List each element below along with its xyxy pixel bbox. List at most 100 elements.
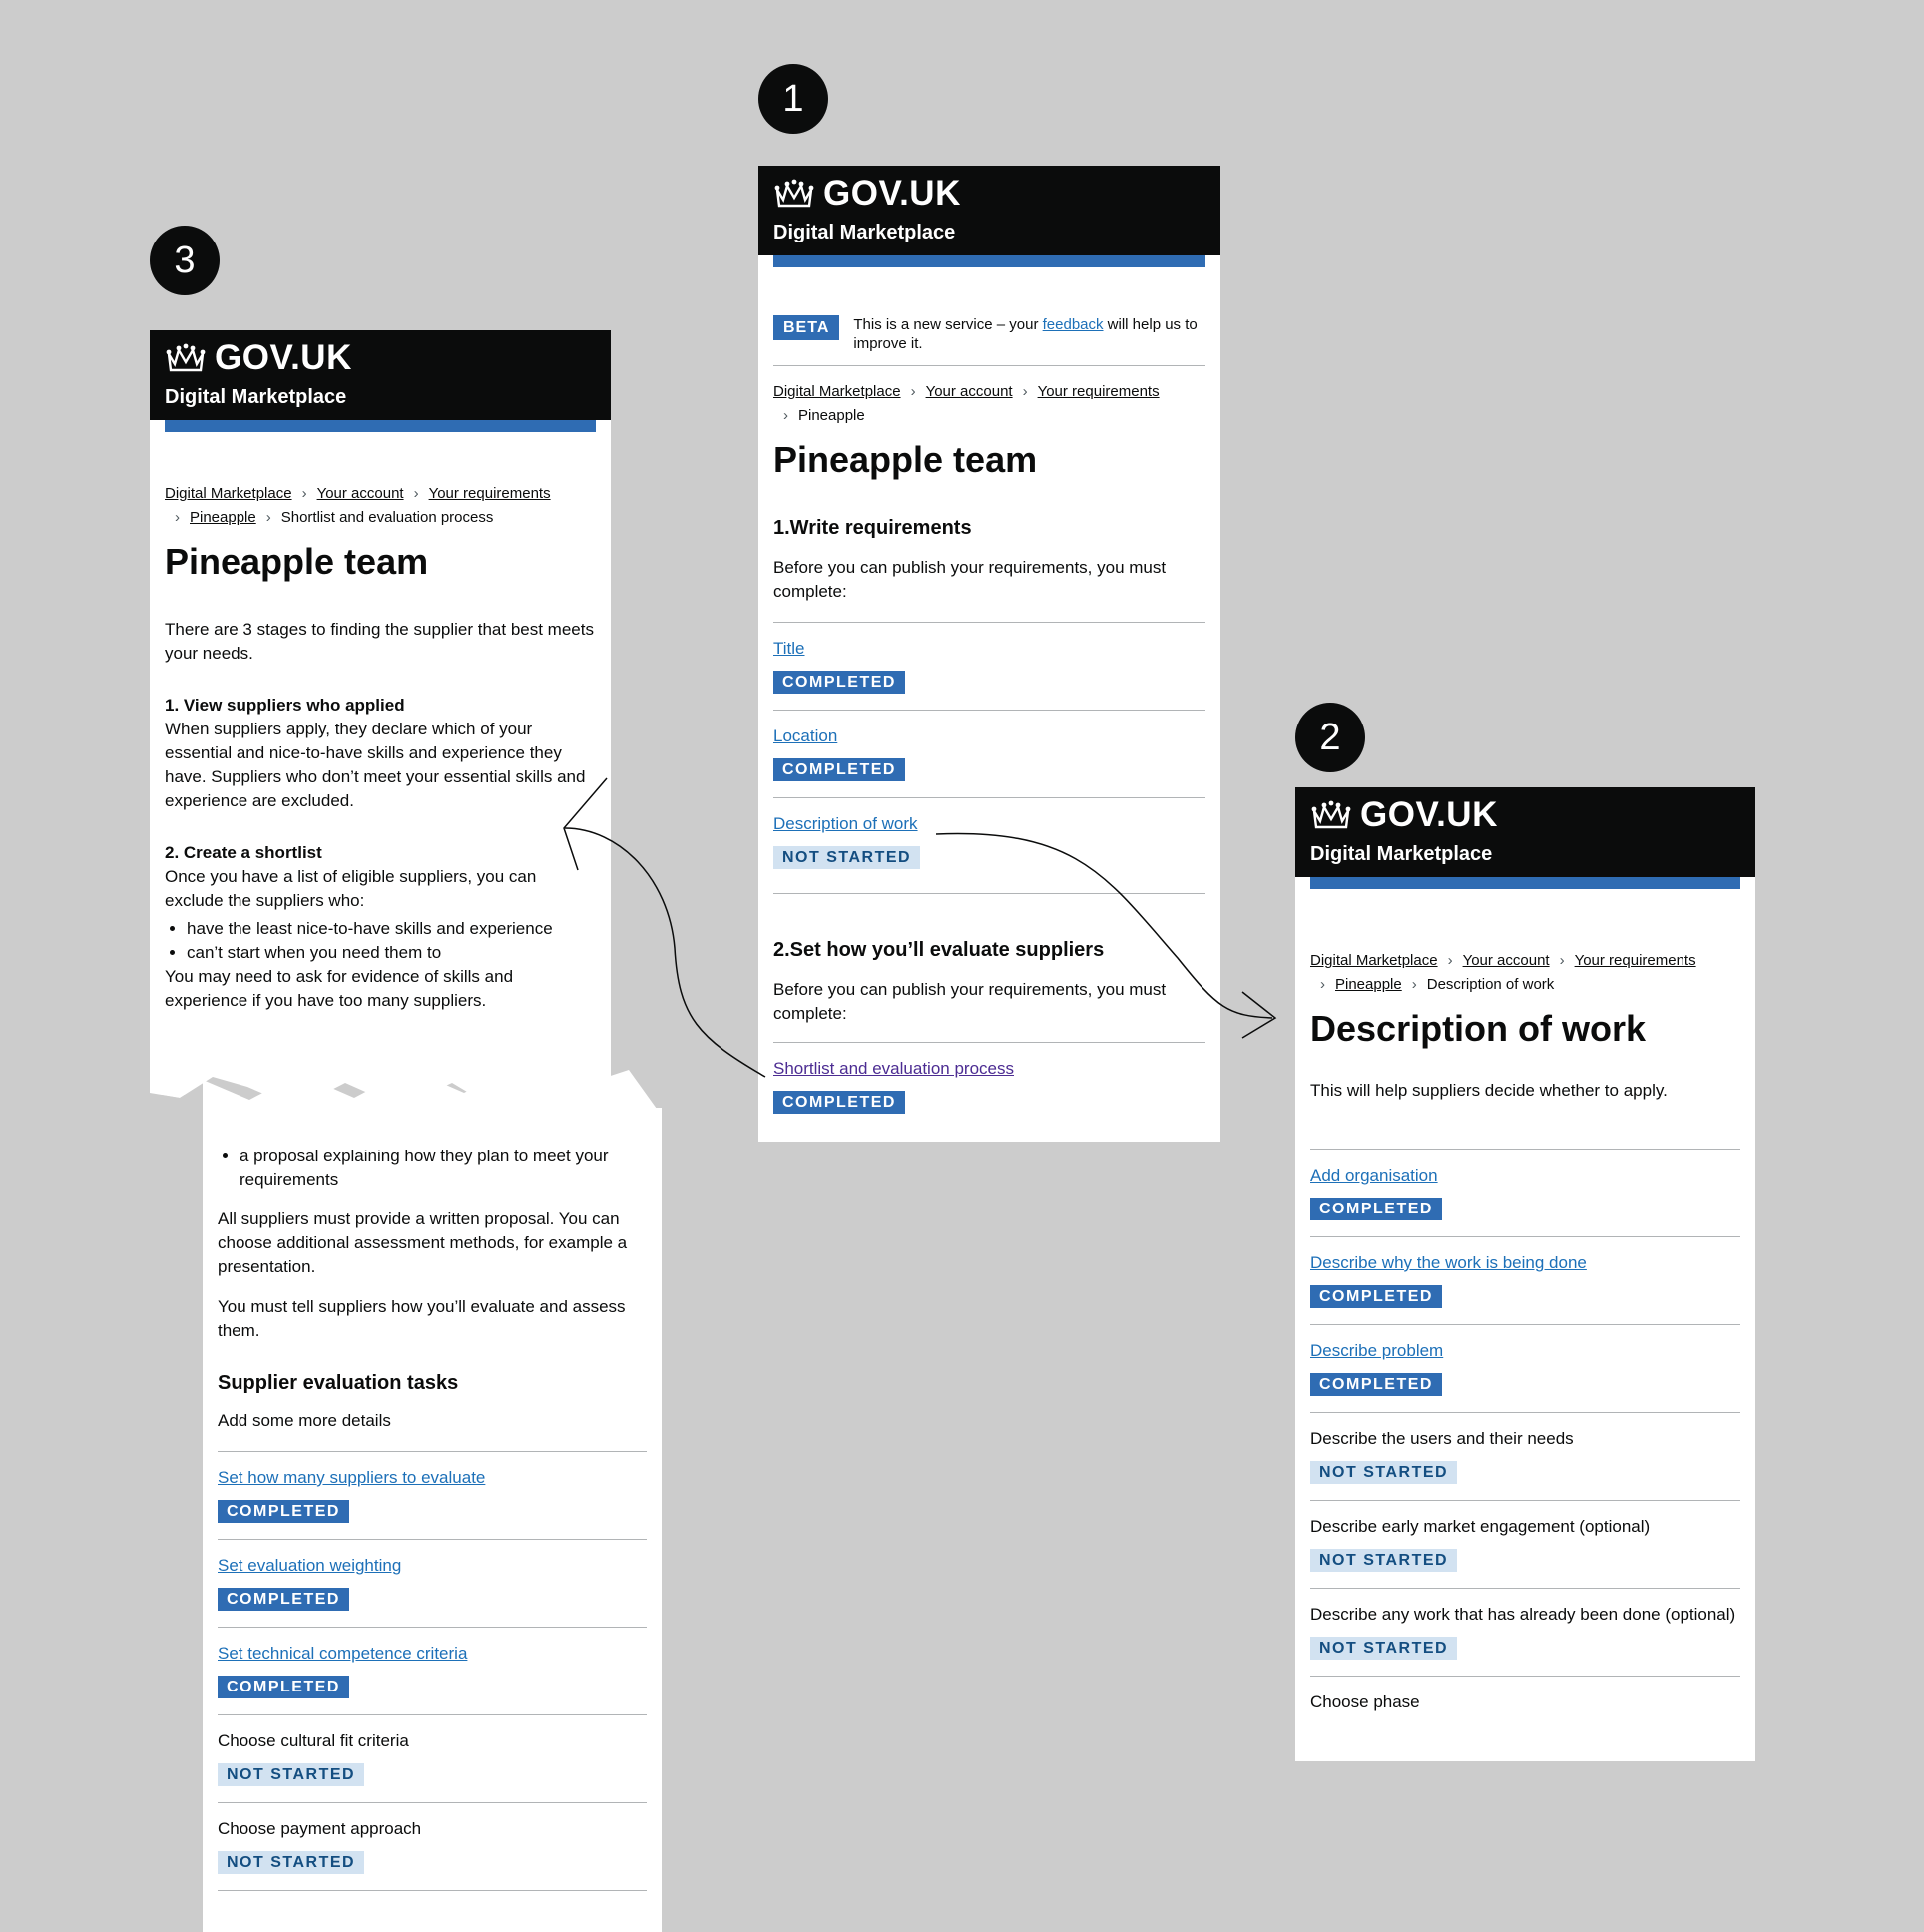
task-link-title[interactable]: Title [773, 637, 1205, 661]
task-label: Choose phase [1310, 1692, 1420, 1711]
task-item: Choose payment approach NOT STARTED [218, 1802, 647, 1890]
task-item: Describe problem COMPLETED [1310, 1324, 1740, 1412]
chevron-right-icon: › [910, 383, 916, 400]
service-name[interactable]: Digital Marketplace [1310, 843, 1492, 866]
breadcrumb-your-requirements[interactable]: Your requirements [1038, 383, 1160, 400]
task-label: Describe any work that has already been … [1310, 1605, 1736, 1624]
task-item: Location COMPLETED [773, 710, 1205, 797]
task-link-describe-problem[interactable]: Describe problem [1310, 1339, 1740, 1363]
chevron-right-icon: › [1411, 976, 1417, 993]
section-intro: Before you can publish your requirements… [773, 558, 1167, 601]
header-blue-bar [773, 255, 1205, 267]
status-badge: NOT STARTED [773, 846, 921, 869]
crown-icon [1311, 800, 1351, 829]
body-text: All suppliers must provide a written pro… [218, 1209, 628, 1276]
status-badge: COMPLETED [1310, 1198, 1442, 1220]
breadcrumb-current: Shortlist and evaluation process [280, 509, 494, 526]
task-item: Title COMPLETED [773, 622, 1205, 710]
step-badge-3: 3 [150, 226, 220, 295]
phase-banner: BETA This is a new service – your feedba… [773, 267, 1205, 366]
page-title: Pineapple team [773, 439, 1038, 480]
task-item: Add organisation COMPLETED [1310, 1149, 1740, 1236]
breadcrumb-your-account[interactable]: Your account [317, 485, 404, 502]
breadcrumb-digital-marketplace[interactable]: Digital Marketplace [1310, 952, 1438, 969]
feedback-link[interactable]: feedback [1043, 316, 1104, 333]
task-item: Describe early market engagement (option… [1310, 1500, 1740, 1588]
gov-logo[interactable]: GOV.UK [773, 174, 961, 214]
section-heading-evaluate: 2.Set how you’ll evaluate suppliers [773, 939, 1105, 961]
breadcrumb-your-account[interactable]: Your account [1463, 952, 1550, 969]
breadcrumb-digital-marketplace[interactable]: Digital Marketplace [773, 383, 901, 400]
task-link-description-of-work[interactable]: Description of work [773, 812, 1205, 836]
gov-logotype: GOV.UK [215, 338, 352, 377]
task-item: Set how many suppliers to evaluate COMPL… [218, 1451, 647, 1539]
chevron-right-icon: › [1559, 952, 1565, 969]
task-link-add-organisation[interactable]: Add organisation [1310, 1164, 1740, 1188]
beta-tag: BETA [773, 315, 840, 340]
body-text: You must tell suppliers how you’ll evalu… [218, 1297, 626, 1340]
arrow-head-icon [1241, 991, 1277, 1039]
task-label: Choose cultural fit criteria [218, 1731, 409, 1750]
chevron-right-icon: › [413, 485, 419, 502]
task-link-how-many-suppliers[interactable]: Set how many suppliers to evaluate [218, 1466, 647, 1490]
breadcrumb-digital-marketplace[interactable]: Digital Marketplace [165, 485, 292, 502]
task-item: Set technical competence criteria COMPLE… [218, 1627, 647, 1714]
chevron-right-icon: › [1447, 952, 1453, 969]
crown-icon [774, 179, 814, 208]
gov-logotype: GOV.UK [1360, 795, 1498, 834]
gov-logo[interactable]: GOV.UK [165, 338, 352, 378]
bullet-list: a proposal explaining how they plan to m… [218, 1144, 647, 1192]
status-badge: COMPLETED [773, 671, 905, 694]
status-badge: COMPLETED [773, 758, 905, 781]
step-text: You may need to ask for evidence of skil… [165, 967, 514, 1010]
task-label: Choose payment approach [218, 1819, 422, 1838]
task-item: Describe the users and their needs NOT S… [1310, 1412, 1740, 1500]
breadcrumb-pineapple[interactable]: Pineapple [1335, 976, 1402, 993]
status-badge: COMPLETED [1310, 1285, 1442, 1308]
status-badge: COMPLETED [218, 1588, 349, 1611]
status-badge: NOT STARTED [218, 1763, 365, 1786]
section-heading-write: 1.Write requirements [773, 517, 972, 539]
breadcrumb: Digital Marketplace › Your account › Your re… [1310, 949, 1740, 997]
screen-description-of-work: GOV.UK Digital Marketplace Digital Marke… [1295, 787, 1755, 1761]
status-badge: COMPLETED [218, 1500, 349, 1523]
step-heading: 2. Create a shortlist [165, 843, 322, 862]
service-name[interactable]: Digital Marketplace [773, 222, 955, 244]
task-link-location[interactable]: Location [773, 724, 1205, 748]
page-intro: There are 3 stages to finding the suppli… [165, 620, 594, 663]
breadcrumb-your-account[interactable]: Your account [926, 383, 1013, 400]
breadcrumb: Digital Marketplace › Your account › Your re… [165, 482, 596, 530]
step-badge-2: 2 [1295, 703, 1365, 772]
breadcrumb-your-requirements[interactable]: Your requirements [429, 485, 551, 502]
page-intro: This will help suppliers decide whether … [1310, 1081, 1668, 1100]
header-blue-bar [1310, 877, 1740, 889]
page-title: Description of work [1310, 1008, 1647, 1049]
breadcrumb-your-requirements[interactable]: Your requirements [1575, 952, 1696, 969]
task-link-evaluation-weighting[interactable]: Set evaluation weighting [218, 1554, 647, 1578]
task-item: Describe why the work is being done COMP… [1310, 1236, 1740, 1324]
list-item: can’t start when you need them to [187, 941, 596, 965]
section-heading: Supplier evaluation tasks [218, 1372, 459, 1394]
page-title: Pineapple team [165, 541, 429, 582]
chevron-right-icon: › [1320, 976, 1325, 993]
step-text: Once you have a list of eligible supplie… [165, 867, 537, 910]
chevron-right-icon: › [265, 509, 271, 526]
section-intro: Before you can publish your requirements… [773, 980, 1167, 1023]
task-item: Choose cultural fit criteria NOT STARTED [218, 1714, 647, 1802]
task-item: Shortlist and evaluation process COMPLET… [773, 1042, 1205, 1130]
list-item: a proposal explaining how they plan to m… [240, 1144, 647, 1192]
step-heading: 1. View suppliers who applied [165, 696, 405, 715]
breadcrumb-pineapple[interactable]: Pineapple [190, 509, 256, 526]
status-badge: NOT STARTED [1310, 1461, 1458, 1484]
task-link-technical-competence[interactable]: Set technical competence criteria [218, 1642, 647, 1666]
service-name[interactable]: Digital Marketplace [165, 386, 346, 409]
task-link-shortlist[interactable]: Shortlist and evaluation process [773, 1057, 1205, 1081]
step-text: When suppliers apply, they declare which… [165, 720, 586, 810]
gov-logo[interactable]: GOV.UK [1310, 795, 1498, 835]
chevron-right-icon: › [783, 407, 788, 424]
task-item: Choose phase [1310, 1676, 1740, 1730]
section-sub: Add some more details [218, 1411, 391, 1430]
gov-header: GOV.UK Digital Marketplace [758, 166, 1220, 255]
breadcrumb: Digital Marketplace › Your account › Your re… [773, 380, 1205, 428]
task-link-why-work[interactable]: Describe why the work is being done [1310, 1251, 1740, 1275]
